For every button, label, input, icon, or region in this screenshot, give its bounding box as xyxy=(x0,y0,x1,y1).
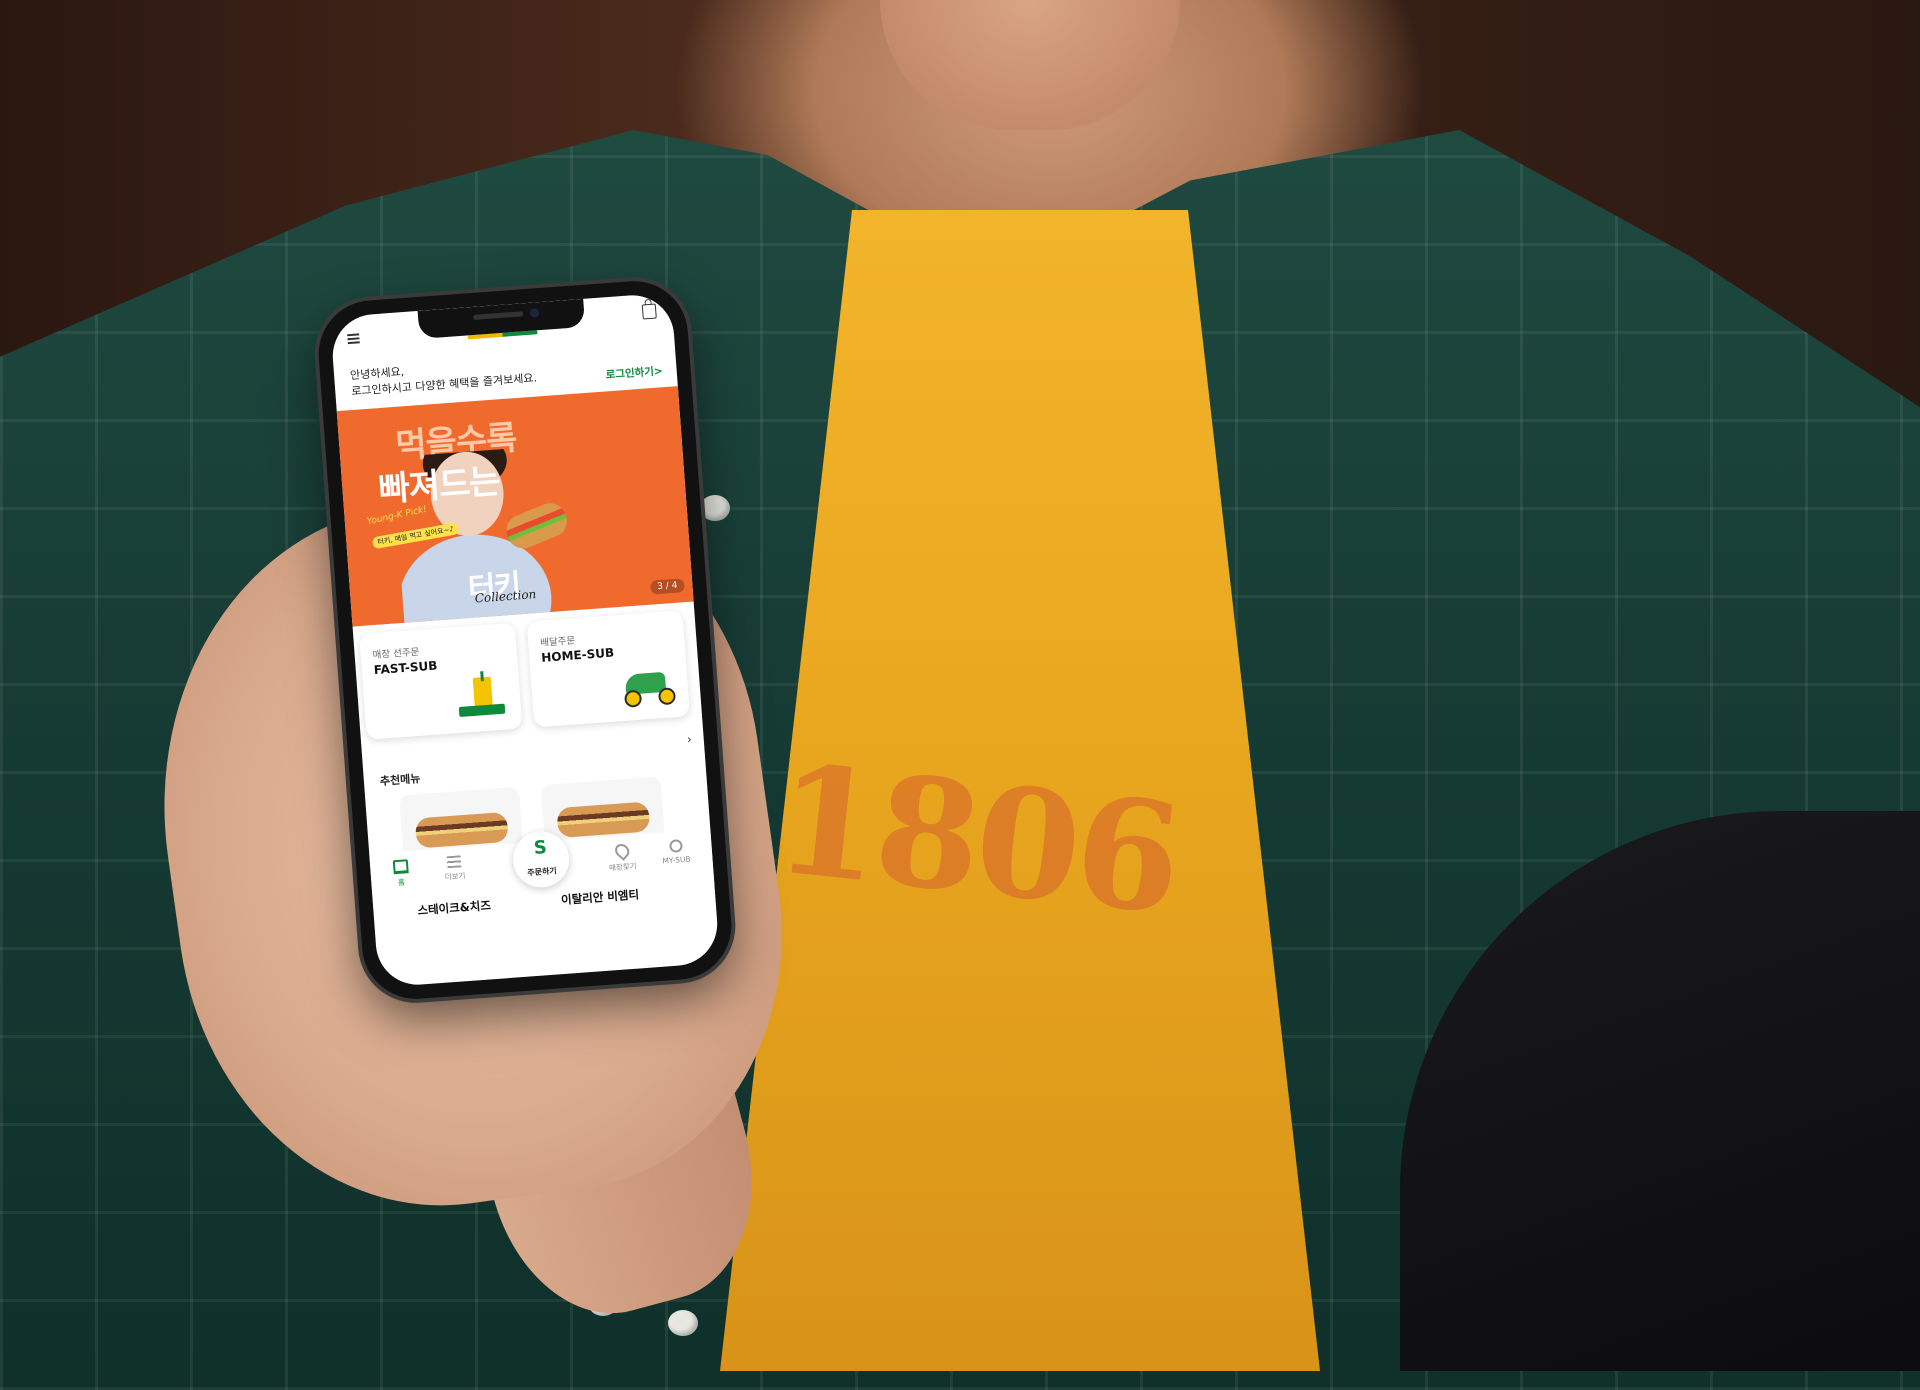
shopping-bag-icon[interactable] xyxy=(641,303,657,320)
banner-pager: 3 / 4 xyxy=(649,578,685,595)
tab-label: 더보기 xyxy=(444,871,466,882)
banner-headline-2: 빠져드는 xyxy=(377,461,501,511)
hamburger-menu-icon[interactable] xyxy=(347,333,360,344)
card-title: HOME-SUB xyxy=(540,645,615,665)
recommended-menu-title: 추천메뉴 xyxy=(379,772,421,788)
tab-more[interactable]: 더보기 xyxy=(424,854,486,884)
subway-s-icon: S xyxy=(533,836,548,859)
list-icon xyxy=(446,855,462,869)
card-subtitle: 매장 선주문 xyxy=(372,646,420,662)
home-sub-card[interactable]: 배달주문 HOME-SUB xyxy=(526,610,691,728)
promo-banner[interactable]: 먹을수록 빠져드는 Young-K Pick! 터키, 매일 먹고 싶어요~♪ … xyxy=(336,386,694,627)
tab-label: MY-SUB xyxy=(662,854,691,866)
tshirt-print: 1806 xyxy=(767,731,1186,949)
phone-screen: 안녕하세요, 로그인하시고 다양한 혜택을 즐겨보세요. 로그인하기> 먹을수록… xyxy=(329,292,721,988)
cup-icon xyxy=(454,670,506,721)
tab-home[interactable]: 홈 xyxy=(370,858,432,890)
home-icon xyxy=(392,859,409,875)
login-link[interactable]: 로그인하기> xyxy=(605,363,663,382)
tab-my-sub[interactable]: MY-SUB xyxy=(645,837,707,866)
order-type-cards: 매장 선주문 FAST-SUB 배달주문 HOME-SUB xyxy=(359,610,696,742)
scooter-icon xyxy=(620,661,677,708)
greeting: 안녕하세요, 로그인하시고 다양한 혜택을 즐겨보세요. xyxy=(350,354,538,400)
tab-label: 매장찾기 xyxy=(608,861,637,873)
smartphone: 안녕하세요, 로그인하시고 다양한 혜택을 즐겨보세요. 로그인하기> 먹을수록… xyxy=(314,277,736,1003)
sandwich-image xyxy=(414,811,509,849)
tab-label: 홈 xyxy=(397,877,406,887)
shirt-button xyxy=(668,1310,698,1336)
camera xyxy=(529,308,540,318)
chevron-right-icon[interactable]: › xyxy=(686,732,692,746)
tab-store-finder[interactable]: 매장찾기 xyxy=(591,841,653,874)
location-pin-icon xyxy=(611,841,632,861)
sandwich-image xyxy=(556,801,651,839)
user-icon xyxy=(668,839,683,853)
card-subtitle: 배달주문 xyxy=(539,635,576,649)
card-title: FAST-SUB xyxy=(373,658,438,678)
speaker xyxy=(473,311,524,320)
shirt-button xyxy=(700,495,730,521)
order-label: 주문하기 xyxy=(527,866,558,878)
fast-sub-card[interactable]: 매장 선주문 FAST-SUB xyxy=(359,622,523,740)
